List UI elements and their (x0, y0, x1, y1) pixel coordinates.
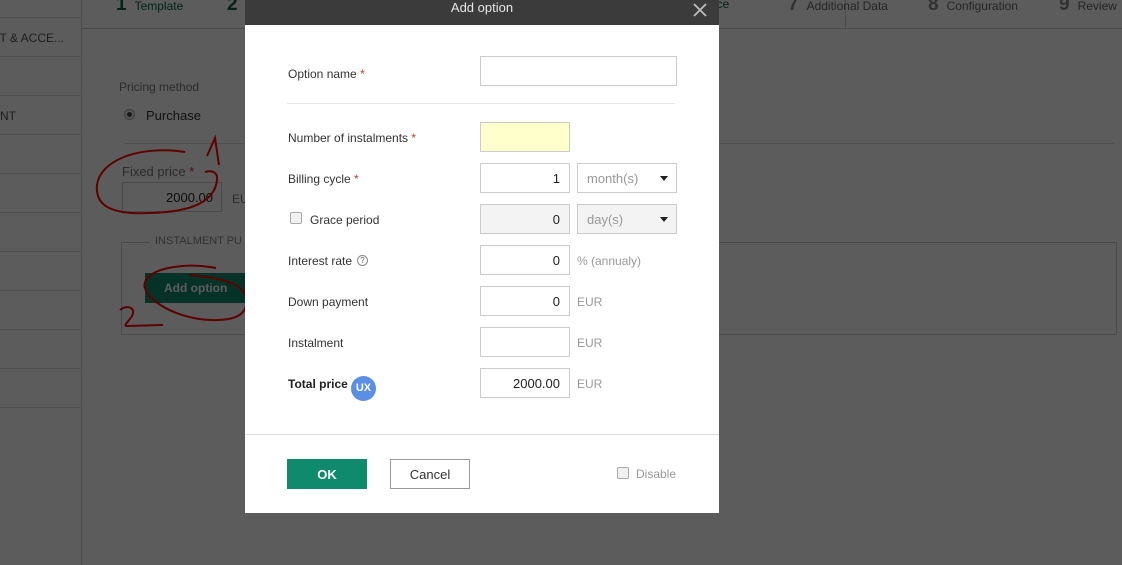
ok-button[interactable]: OK (287, 459, 367, 489)
disable-checkbox[interactable] (617, 467, 629, 479)
add-option-dialog: Add option Option name * Number of insta… (245, 0, 719, 513)
footer-divider (245, 434, 719, 435)
option-name-label: Option name * (288, 67, 365, 81)
chevron-down-icon (660, 176, 668, 181)
down-payment-input[interactable]: 0 (480, 286, 570, 316)
grace-period-input[interactable]: 0 (480, 204, 570, 234)
dialog-header: Add option (245, 0, 719, 25)
total-price-input[interactable]: 2000.00 (480, 368, 570, 398)
dialog-title: Add option (450, 0, 514, 15)
ux-badge-icon: UX (351, 376, 376, 401)
interest-rate-label: Interest rate (288, 254, 353, 268)
billing-cycle-label: Billing cycle * (288, 172, 359, 186)
help-icon[interactable]: ? (357, 255, 368, 266)
interest-rate-unit: % (annualy) (577, 254, 642, 268)
number-of-instalments-input[interactable] (480, 122, 570, 152)
close-icon[interactable] (691, 1, 709, 19)
total-price-unit: EUR (577, 377, 603, 391)
instalment-unit: EUR (577, 336, 603, 350)
grace-period-label: Grace period (310, 213, 380, 227)
divider (287, 103, 675, 104)
grace-period-unit-select[interactable]: day(s) (577, 204, 677, 234)
billing-cycle-unit-select[interactable]: month(s) (577, 163, 677, 193)
disable-label: Disable (636, 467, 677, 481)
grace-period-checkbox[interactable] (290, 212, 302, 224)
number-of-instalments-label: Number of instalments * (288, 131, 417, 145)
option-name-input[interactable] (480, 56, 677, 86)
down-payment-unit: EUR (577, 295, 603, 309)
total-price-label: Total price (288, 377, 348, 391)
instalment-input[interactable] (480, 327, 570, 357)
instalment-label: Instalment (288, 336, 344, 350)
cancel-button[interactable]: Cancel (390, 459, 470, 489)
down-payment-label: Down payment (288, 295, 369, 309)
billing-cycle-input[interactable]: 1 (480, 163, 570, 193)
interest-rate-input[interactable]: 0 (480, 245, 570, 275)
chevron-down-icon (660, 217, 668, 222)
